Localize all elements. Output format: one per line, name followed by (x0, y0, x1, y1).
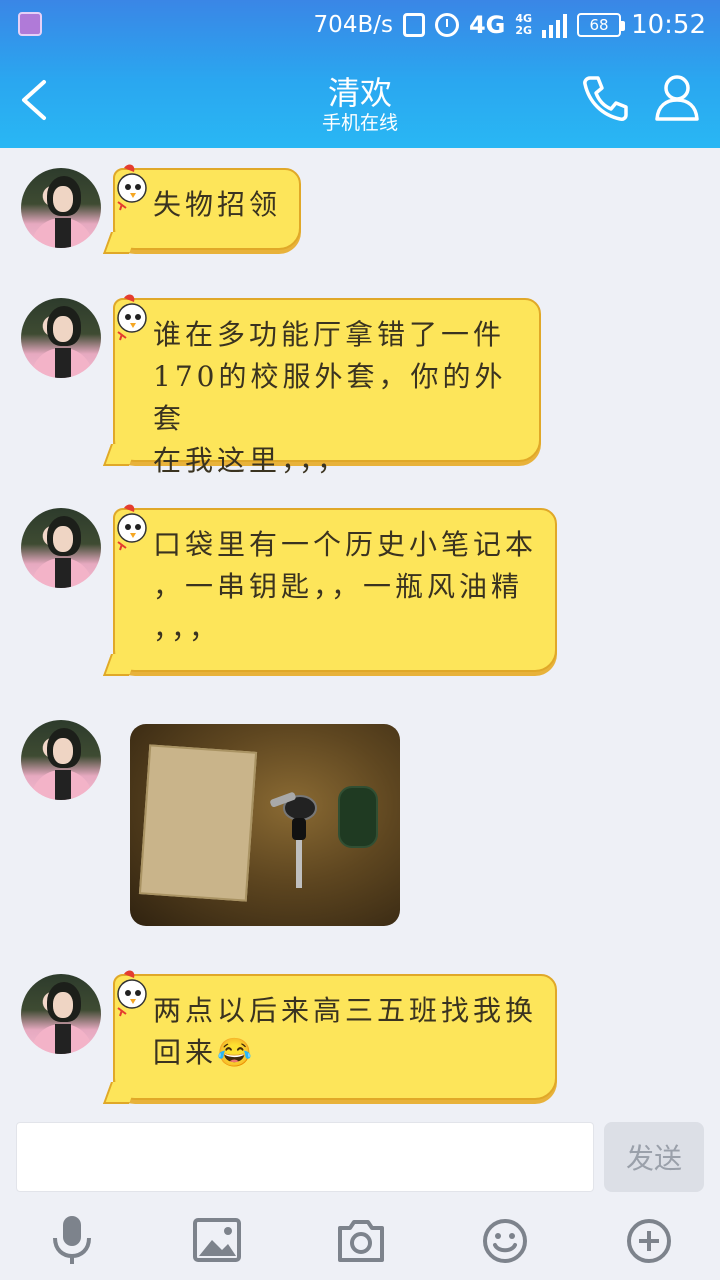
status-bar: 704B/s 4G 4G 2G 68 10:52 (0, 0, 720, 50)
avatar[interactable] (21, 720, 101, 800)
message-line: 谁在多功能厅拿错了一件 (153, 318, 506, 351)
avatar[interactable] (21, 974, 101, 1054)
oil-bottle-in-photo (338, 786, 378, 848)
message-line: 170的校服外套，你的外套 (153, 360, 507, 435)
microphone-icon[interactable] (47, 1212, 97, 1268)
send-button[interactable]: 发送 (604, 1122, 704, 1192)
clock: 10:52 (631, 10, 706, 40)
message-line: 口袋里有一个历史小笔记本 (153, 528, 538, 561)
avatar[interactable] (21, 298, 101, 378)
plus-icon[interactable] (624, 1212, 674, 1268)
chick-sticker-icon (117, 970, 147, 1017)
net-speed: 704B/s (313, 12, 393, 38)
chick-sticker-icon (117, 164, 147, 211)
chick-sticker-icon (117, 294, 147, 341)
message-line: 在我这里，，， (153, 444, 350, 477)
message-bubble[interactable]: 两点以后来高三五班找我换 回来😂 (102, 974, 557, 1104)
message-bubble[interactable]: 口袋里有一个历史小笔记本 ，一串钥匙，，一瓶风油精 ，，， (102, 508, 557, 676)
message-line: ，，， (153, 612, 222, 645)
phone-icon[interactable] (580, 72, 632, 124)
signal-bars-icon (542, 12, 568, 38)
alarm-icon (434, 13, 459, 37)
message-bubble[interactable]: 谁在多功能厅拿错了一件 170的校服外套，你的外套 在我这里，，， (102, 298, 541, 477)
image-icon[interactable] (192, 1212, 242, 1268)
profile-icon[interactable] (652, 72, 702, 124)
battery-icon: 68 (577, 13, 626, 37)
top-bar: 704B/s 4G 4G 2G 68 10:52 清欢 手机在线 (0, 0, 720, 148)
message-line: 回来😂 (153, 1036, 256, 1069)
signal-type-bottom: 2G (515, 24, 533, 37)
message-line: ，一串钥匙，，一瓶风油精 (153, 570, 524, 603)
battery-level: 68 (589, 16, 609, 34)
notebook-in-photo (138, 744, 258, 902)
vibrate-icon (402, 13, 425, 37)
message-input[interactable] (16, 1122, 594, 1192)
emoji-icon[interactable] (480, 1212, 530, 1268)
avatar[interactable] (21, 168, 101, 248)
message-line: 两点以后来高三五班找我换 (153, 994, 538, 1027)
avatar[interactable] (21, 508, 101, 588)
camera-icon[interactable] (336, 1212, 386, 1268)
keys-in-photo (270, 792, 317, 888)
network-type: 4G (468, 11, 506, 39)
status-right: 704B/s 4G 4G 2G 68 10:52 (314, 8, 706, 42)
chick-sticker-icon (117, 504, 147, 551)
photo-message[interactable] (130, 724, 400, 926)
message-text: 失物招领 (153, 188, 282, 221)
signal-type: 4G 2G (515, 13, 532, 37)
gallery-notification-icon (18, 12, 42, 36)
